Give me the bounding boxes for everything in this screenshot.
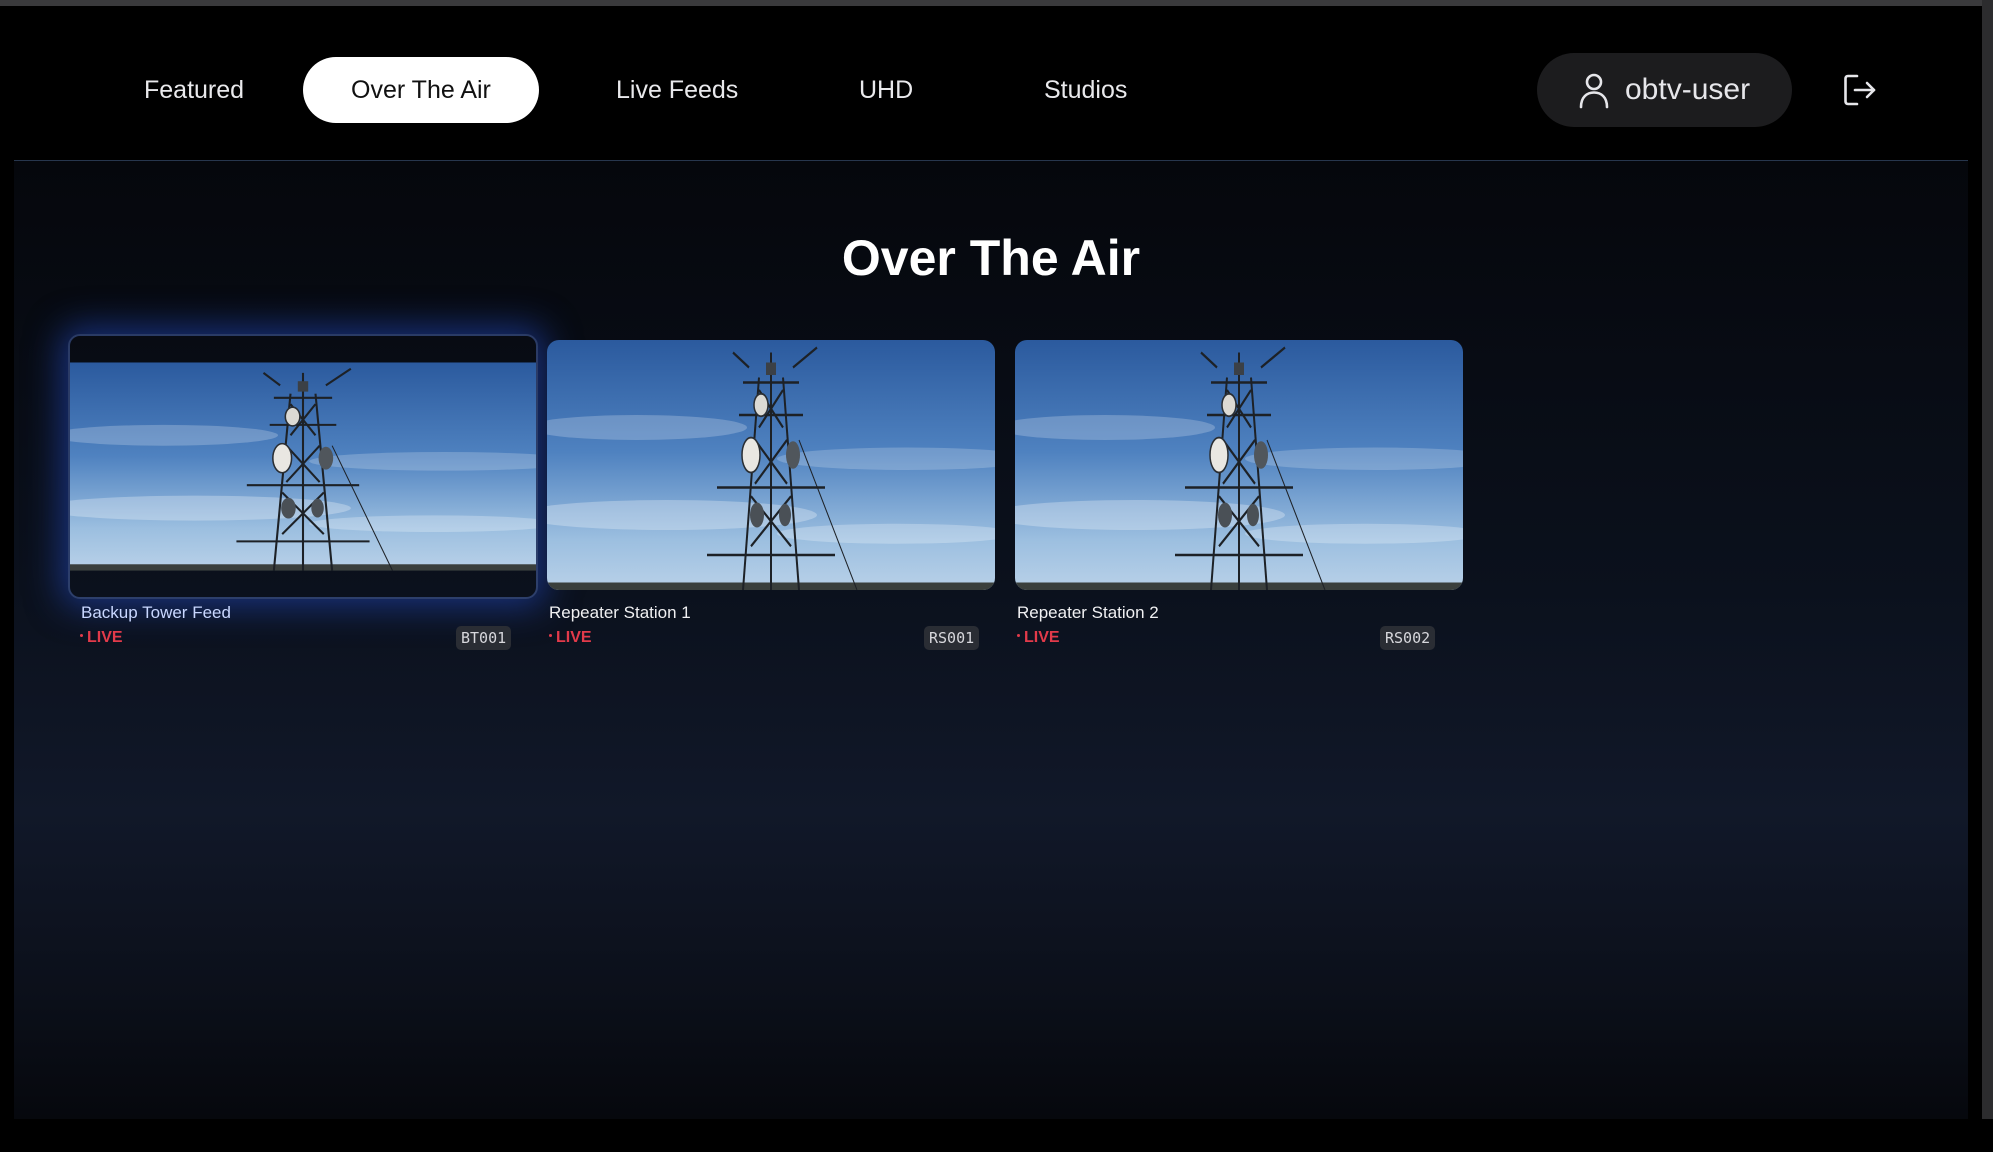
user-icon [1575, 71, 1613, 109]
live-label: LIVE [556, 629, 592, 646]
logout-icon[interactable] [1840, 70, 1880, 110]
channel-title: Repeater Station 2 [1017, 603, 1159, 622]
channel-title: Backup Tower Feed [81, 603, 231, 622]
user-profile-button[interactable]: obtv-user [1537, 53, 1792, 127]
tab-studios[interactable]: Studios [996, 57, 1175, 123]
app-window: Featured Over The Air Live Feeds UHD Stu… [0, 0, 1993, 1152]
channel-code-badge: BT001 [456, 626, 512, 650]
window-bottom-edge [0, 1119, 1993, 1152]
top-nav: Featured Over The Air Live Feeds UHD Stu… [14, 6, 1968, 161]
live-dot [549, 634, 552, 638]
channel-title: Repeater Station 1 [549, 603, 691, 622]
live-dot [80, 634, 83, 638]
live-indicator: LIVE [1017, 629, 1060, 647]
username-label: obtv-user [1625, 73, 1751, 106]
tab-featured[interactable]: Featured [96, 57, 292, 123]
channel-thumbnail [68, 334, 538, 599]
window-right-edge [1982, 0, 1993, 1152]
tab-uhd[interactable]: UHD [811, 57, 961, 123]
channel-code-badge: RS002 [1380, 626, 1436, 650]
page-title: Over The Air [841, 230, 1141, 286]
tab-live-feeds[interactable]: Live Feeds [568, 57, 786, 123]
channel-thumbnail [1015, 340, 1463, 590]
main-content: Over The Air Backup Tower Feed LIVE BT00… [14, 161, 1968, 1119]
channel-code-badge: RS001 [924, 626, 980, 650]
live-label: LIVE [87, 629, 123, 646]
channel-card[interactable]: Backup Tower Feed LIVE BT001 [68, 334, 538, 654]
live-label: LIVE [1024, 629, 1060, 646]
live-dot [1017, 634, 1020, 638]
live-indicator: LIVE [80, 629, 123, 647]
tab-over-the-air[interactable]: Over The Air [303, 57, 539, 123]
live-indicator: LIVE [549, 629, 592, 647]
channel-thumbnail [547, 340, 995, 590]
channel-card[interactable]: Repeater Station 2 LIVE RS002 [1015, 340, 1463, 654]
channel-card[interactable]: Repeater Station 1 LIVE RS001 [547, 340, 995, 654]
